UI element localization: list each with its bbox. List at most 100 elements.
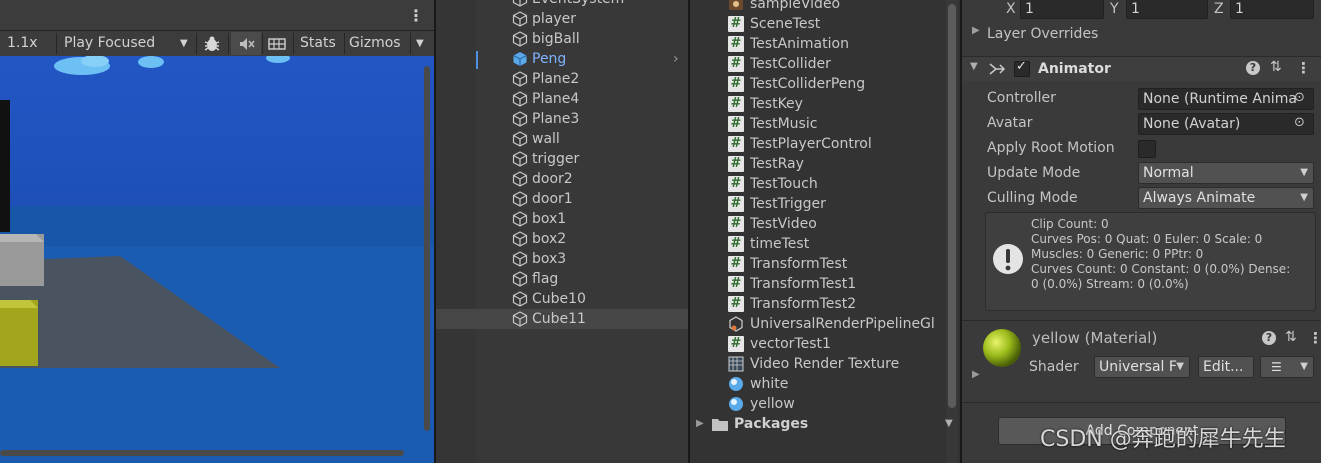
hierarchy-item[interactable]: Plane3 xyxy=(436,109,688,129)
hierarchy-item[interactable]: Cube10 xyxy=(436,289,688,309)
script-icon: # xyxy=(728,16,744,32)
project-item[interactable]: # TestKey xyxy=(690,94,948,114)
help-icon[interactable]: ? xyxy=(1246,61,1260,75)
scroll-down-arrow-icon[interactable]: ▼ xyxy=(945,418,953,429)
collapsed-arrow-icon[interactable]: ▶ xyxy=(972,369,980,380)
packages-folder[interactable]: ▶ Packages xyxy=(690,414,948,434)
hierarchy-item[interactable]: wall xyxy=(436,129,688,149)
hierarchy-item[interactable]: bigBall xyxy=(436,29,688,49)
expand-arrow-icon[interactable]: ▶ xyxy=(696,414,704,434)
project-item[interactable]: # SceneTest xyxy=(690,14,948,34)
chevron-right-icon[interactable]: › xyxy=(673,49,679,69)
project-item[interactable]: white xyxy=(690,374,948,394)
project-item[interactable]: # vectorTest1 xyxy=(690,334,948,354)
gameobject-cube-icon xyxy=(512,91,528,107)
project-item-label: TestPlayerControl xyxy=(750,136,872,152)
hierarchy-item[interactable]: Plane4 xyxy=(436,89,688,109)
layer-overrides-foldout[interactable]: Layer Overrides xyxy=(987,24,1098,44)
animator-header[interactable]: ▼ ✓ Animator ? ⇅ ⋮ xyxy=(962,56,1321,81)
project-item-label: sampleVideo xyxy=(750,0,841,12)
hierarchy-item[interactable]: box2 xyxy=(436,229,688,249)
game-viewport[interactable] xyxy=(0,56,434,463)
project-item[interactable]: # TestRay xyxy=(690,154,948,174)
project-item-label: white xyxy=(750,376,789,392)
debug-bug-icon[interactable] xyxy=(202,34,222,54)
script-icon: # xyxy=(728,136,744,152)
hierarchy-item[interactable]: door2 xyxy=(436,169,688,189)
scale-z-field[interactable]: 1 xyxy=(1230,0,1314,19)
shader-options-dropdown[interactable]: ☰ ▼ xyxy=(1260,356,1314,378)
avatar-object-field[interactable]: None (Avatar) xyxy=(1138,113,1314,135)
presets-sliders-icon[interactable]: ⇅ xyxy=(1270,59,1282,75)
hierarchy-item[interactable]: player xyxy=(436,9,688,29)
project-item[interactable]: # TestAnimation xyxy=(690,34,948,54)
project-item[interactable]: UniversalRenderPipelineGl xyxy=(690,314,948,334)
help-icon[interactable]: ? xyxy=(1262,331,1276,345)
panel-menu-icon[interactable]: ⋮ xyxy=(408,6,424,25)
collapsed-arrow-icon[interactable]: ▶ xyxy=(972,25,980,36)
apply-root-motion-checkbox[interactable] xyxy=(1138,140,1156,158)
game-scale-label[interactable]: 1.1x xyxy=(7,31,38,56)
project-item[interactable]: # TransformTest xyxy=(690,254,948,274)
hierarchy-item[interactable]: trigger xyxy=(436,149,688,169)
scale-y-field[interactable]: 1 xyxy=(1126,0,1208,19)
object-picker-icon[interactable]: ⊙ xyxy=(1294,115,1305,130)
play-mode-caret-icon[interactable]: ▼ xyxy=(180,31,188,56)
hierarchy-item[interactable]: flag xyxy=(436,269,688,289)
avatar-label: Avatar xyxy=(987,115,1033,131)
hierarchy-item-label: Cube10 xyxy=(532,291,586,307)
project-item[interactable]: yellow xyxy=(690,394,948,414)
gizmos-button[interactable]: Gizmos xyxy=(349,31,401,56)
project-item[interactable]: # timeTest xyxy=(690,234,948,254)
culling-mode-dropdown[interactable]: Always Animate ▼ xyxy=(1138,187,1314,209)
object-picker-icon[interactable]: ⊙ xyxy=(1294,90,1305,105)
stats-grid-icon[interactable] xyxy=(267,34,287,54)
hierarchy-item[interactable]: box1 xyxy=(436,209,688,229)
project-item-label: TestColliderPeng xyxy=(750,76,866,92)
game-vertical-scrollbar[interactable] xyxy=(424,66,430,431)
scale-x-field[interactable]: 1 xyxy=(1020,0,1104,19)
project-item[interactable]: # TestColliderPeng xyxy=(690,74,948,94)
project-item[interactable]: # TestTouch xyxy=(690,174,948,194)
hierarchy-item[interactable]: door1 xyxy=(436,189,688,209)
expanded-arrow-icon[interactable]: ▼ xyxy=(970,61,978,72)
component-menu-icon[interactable]: ⋮ xyxy=(1308,329,1321,347)
project-item[interactable]: # TestCollider xyxy=(690,54,948,74)
project-item[interactable]: # TestPlayerControl xyxy=(690,134,948,154)
presets-sliders-icon[interactable]: ⇅ xyxy=(1285,329,1297,345)
project-item[interactable]: # TestTrigger xyxy=(690,194,948,214)
project-item-label: SceneTest xyxy=(750,16,821,32)
component-divider xyxy=(962,320,1321,321)
project-scrollbar[interactable] xyxy=(948,4,956,408)
project-item[interactable]: # TestMusic xyxy=(690,114,948,134)
gizmos-caret-icon[interactable]: ▼ xyxy=(416,31,424,56)
shader-dropdown[interactable]: Universal F ▼ xyxy=(1094,356,1190,378)
animator-enabled-checkbox[interactable]: ✓ xyxy=(1014,59,1030,77)
controller-object-field[interactable]: None (Runtime Anima xyxy=(1138,88,1314,110)
hierarchy-item-highlighted[interactable]: Cube11 xyxy=(436,309,688,329)
project-item-label: TestTouch xyxy=(750,176,818,192)
mute-audio-toggle[interactable] xyxy=(231,32,261,55)
script-icon: # xyxy=(728,236,744,252)
project-item[interactable]: # TransformTest2 xyxy=(690,294,948,314)
hierarchy-item[interactable]: box3 xyxy=(436,249,688,269)
stats-button[interactable]: Stats xyxy=(300,31,336,56)
scale-z-label: Z xyxy=(1214,1,1224,17)
component-menu-icon[interactable]: ⋮ xyxy=(1296,59,1311,77)
hierarchy-item-selected[interactable]: Peng › xyxy=(436,49,688,69)
render-texture-icon xyxy=(728,356,744,372)
update-mode-dropdown[interactable]: Normal ▼ xyxy=(1138,162,1314,184)
project-item-label: TransformTest2 xyxy=(750,296,857,312)
play-mode-dropdown[interactable]: Play Focused xyxy=(64,31,155,56)
shader-edit-button[interactable]: Edit... xyxy=(1198,356,1254,378)
project-item[interactable]: # TransformTest1 xyxy=(690,274,948,294)
scale-y-label: Y xyxy=(1110,1,1119,17)
game-horizontal-scrollbar[interactable] xyxy=(0,450,404,456)
project-item[interactable]: sampleVideo xyxy=(690,0,948,14)
project-item[interactable]: # TestVideo xyxy=(690,214,948,234)
hierarchy-item[interactable]: EventSystem xyxy=(436,0,688,9)
update-mode-value: Normal xyxy=(1143,165,1194,181)
project-item[interactable]: Video Render Texture xyxy=(690,354,948,374)
hierarchy-item[interactable]: Plane2 xyxy=(436,69,688,89)
scale-x-label: X xyxy=(1006,1,1016,17)
